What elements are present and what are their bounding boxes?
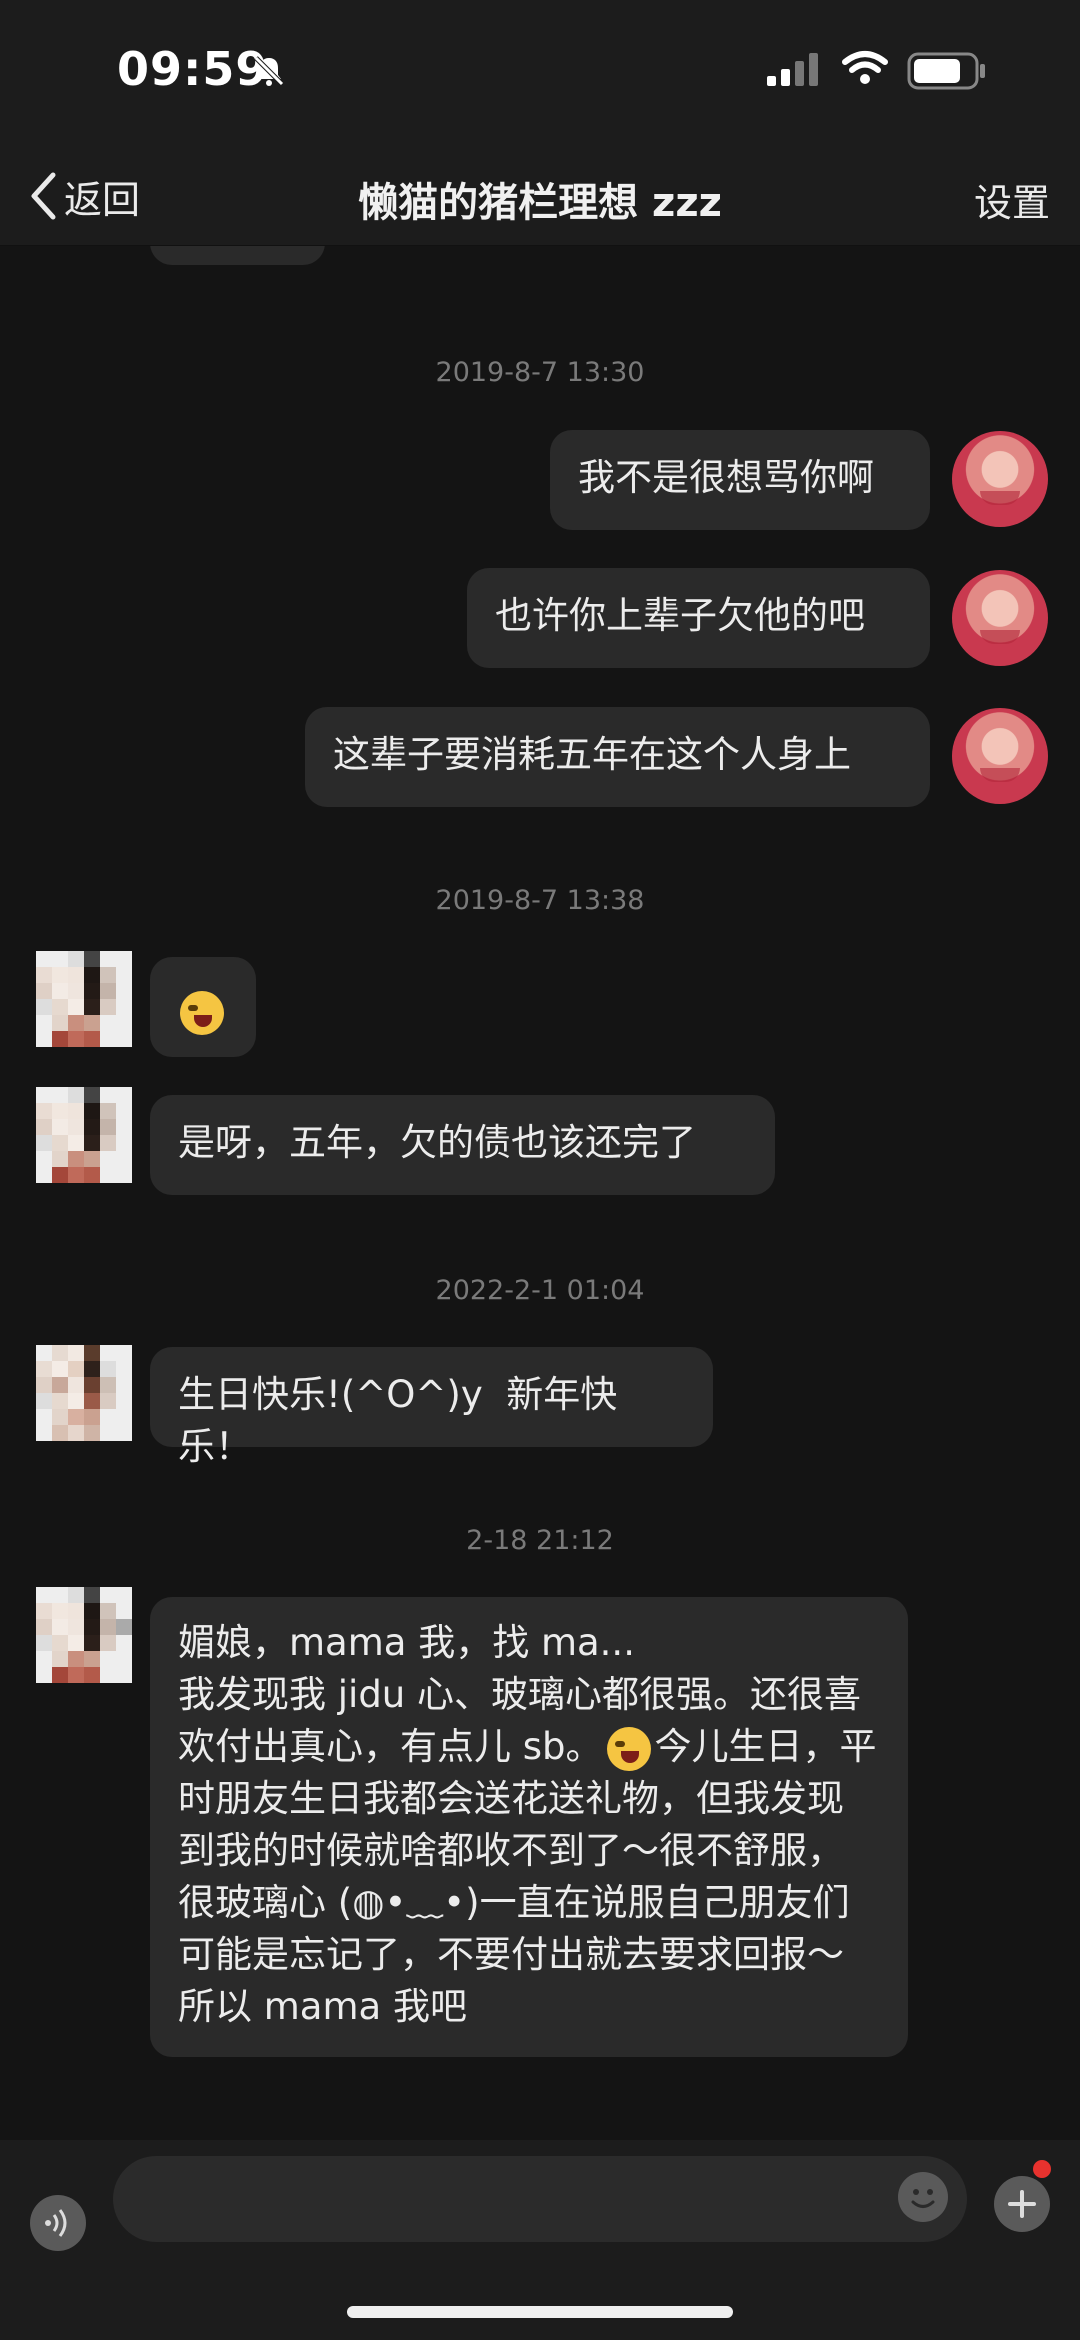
message-text: 这辈子要消耗五年在这个人身上	[333, 733, 851, 776]
plus-button[interactable]	[994, 2176, 1050, 2232]
message-text: 我不是很想骂你啊	[578, 456, 874, 499]
timestamp: 2019-8-7 13:38	[435, 885, 645, 916]
laughing-crying-emoji-icon	[180, 990, 224, 1035]
timestamp: 2019-8-7 13:30	[435, 357, 645, 388]
chat-scroll-area[interactable]: 2019-8-7 13:30 我不是很想骂你啊 也许你上辈子欠他的吧 这辈子要消…	[0, 245, 1080, 2140]
message-text: 也许你上辈子欠他的吧	[495, 594, 865, 637]
message-bubble[interactable]: 生日快乐!(^O^)y 新年快乐！	[150, 1347, 713, 1468]
contact-avatar[interactable]	[36, 951, 132, 1047]
message-input[interactable]	[113, 2156, 967, 2242]
settings-button[interactable]: 设置	[974, 172, 1050, 227]
message-text: 是呀，五年，欠的债也该还完了	[178, 1121, 696, 1164]
contact-avatar[interactable]	[36, 1345, 132, 1441]
home-indicator[interactable]	[347, 2306, 733, 2318]
voice-button[interactable]	[30, 2195, 86, 2251]
message-text-continued: 今儿生日，平时朋友生日我都会送花送礼物，但我发现到我的时候就啥都收不到了～很不舒…	[178, 1725, 877, 2028]
muted-bell-icon	[254, 56, 284, 86]
message-bubble[interactable]: 是呀，五年，欠的债也该还完了	[150, 1095, 775, 1195]
signal-icon	[767, 53, 818, 86]
my-message-bubble[interactable]: 我不是很想骂你啊	[550, 430, 930, 530]
nav-bar: 返回 懒猫的猪栏理想 zzz 设置	[0, 150, 1080, 246]
my-message-bubble[interactable]: 这辈子要消耗五年在这个人身上	[305, 707, 930, 807]
my-avatar[interactable]	[952, 431, 1048, 527]
laughing-crying-emoji-icon	[606, 1726, 651, 1771]
my-message-bubble[interactable]: 也许你上辈子欠他的吧	[467, 568, 930, 668]
status-time: 09:59	[117, 42, 269, 96]
plus-icon	[1008, 2190, 1036, 2218]
timestamp: 2022-2-1 01:04	[435, 1275, 645, 1306]
message-text: 生日快乐!(^O^)y 新年快乐！	[178, 1373, 618, 1468]
emoji-button[interactable]	[898, 2172, 948, 2222]
wifi-icon	[842, 51, 888, 84]
timestamp: 2-18 21:12	[466, 1525, 614, 1556]
message-bubble[interactable]: 媚娘，mama 我，找 ma... 我发现我 jidu 心、玻璃心都很强。还很喜…	[150, 1597, 908, 2057]
my-avatar[interactable]	[952, 570, 1048, 666]
my-avatar[interactable]	[952, 708, 1048, 804]
contact-avatar[interactable]	[36, 1087, 132, 1183]
contact-avatar[interactable]	[36, 245, 132, 281]
voice-icon	[45, 2209, 67, 2237]
smile-icon	[911, 2189, 935, 2208]
message-bubble[interactable]	[150, 245, 325, 265]
chat-title: 懒猫的猪栏理想 zzz	[358, 180, 722, 226]
battery-icon	[907, 52, 985, 90]
notification-badge	[1033, 2160, 1051, 2178]
message-bubble[interactable]	[150, 957, 256, 1057]
contact-avatar[interactable]	[36, 1587, 132, 1683]
status-bar: 09:59	[0, 0, 1080, 150]
